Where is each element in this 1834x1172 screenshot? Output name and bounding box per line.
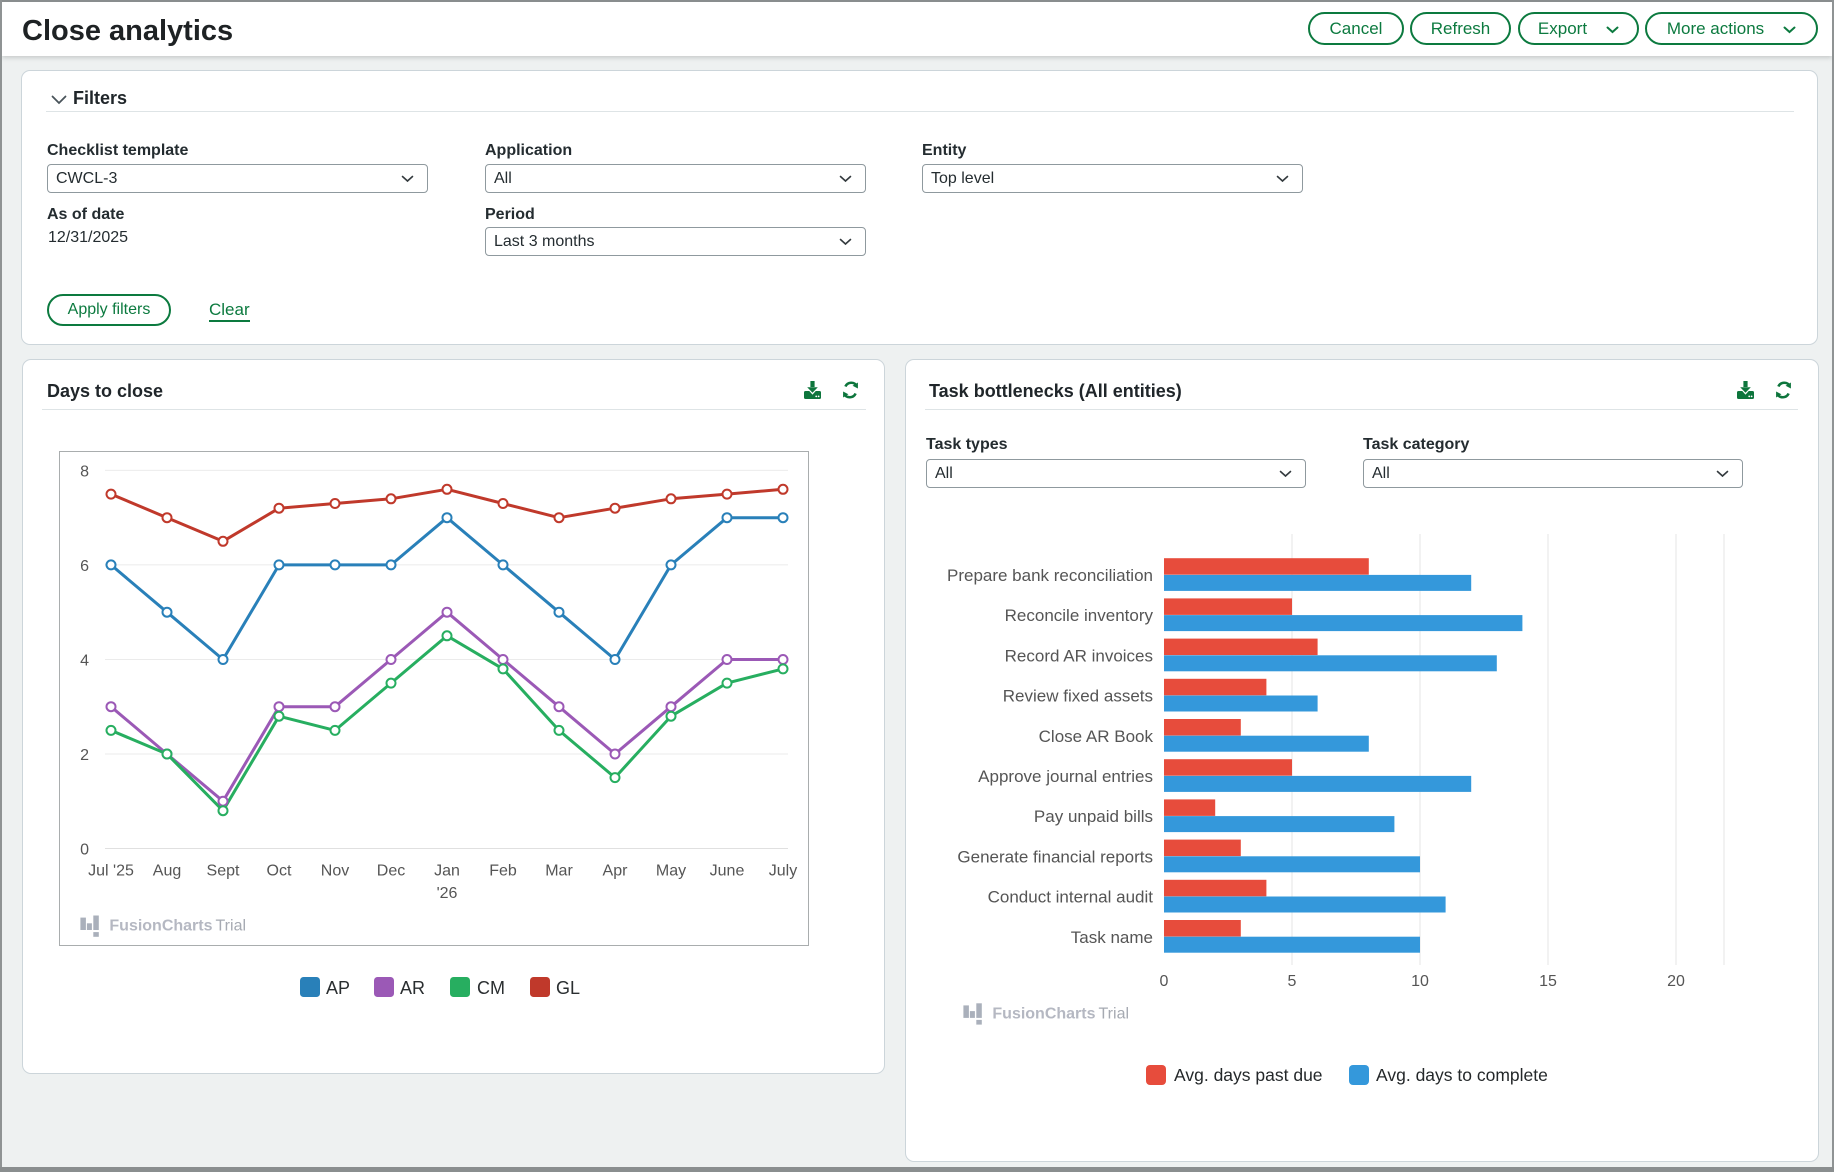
svg-text:Approve journal entries: Approve journal entries: [978, 767, 1153, 786]
svg-text:Reconcile inventory: Reconcile inventory: [1005, 606, 1154, 625]
svg-text:Generate financial reports: Generate financial reports: [957, 847, 1153, 866]
svg-text:4: 4: [80, 652, 89, 669]
svg-text:Jan: Jan: [434, 863, 460, 880]
svg-text:5: 5: [1288, 973, 1297, 990]
svg-text:Sept: Sept: [207, 863, 240, 880]
svg-text:Prepare bank reconciliation: Prepare bank reconciliation: [947, 566, 1153, 585]
svg-text:Oct: Oct: [267, 863, 292, 880]
svg-text:Mar: Mar: [545, 863, 573, 880]
svg-text:June: June: [710, 863, 745, 880]
svg-text:Aug: Aug: [153, 863, 181, 880]
svg-text:Trial: Trial: [216, 918, 247, 935]
svg-text:Close AR Book: Close AR Book: [1039, 727, 1154, 746]
svg-text:Trial: Trial: [1099, 1005, 1130, 1022]
svg-text:'26: '26: [437, 885, 458, 902]
svg-text:0: 0: [80, 841, 89, 858]
svg-text:Pay unpaid bills: Pay unpaid bills: [1034, 807, 1153, 826]
svg-text:FusionCharts: FusionCharts: [992, 1005, 1095, 1022]
svg-text:Jul '25: Jul '25: [88, 863, 134, 880]
svg-text:6: 6: [80, 558, 89, 575]
svg-text:Task name: Task name: [1071, 928, 1153, 947]
svg-text:Record AR invoices: Record AR invoices: [1005, 646, 1153, 665]
svg-text:Apr: Apr: [603, 863, 629, 880]
svg-text:0: 0: [1160, 973, 1169, 990]
svg-text:May: May: [656, 863, 686, 880]
svg-text:Conduct internal audit: Conduct internal audit: [988, 888, 1154, 907]
svg-text:FusionCharts: FusionCharts: [109, 918, 212, 935]
svg-text:Nov: Nov: [321, 863, 349, 880]
svg-text:8: 8: [80, 463, 89, 480]
svg-text:Dec: Dec: [377, 863, 405, 880]
svg-text:Feb: Feb: [489, 863, 517, 880]
svg-text:10: 10: [1411, 973, 1429, 990]
svg-text:20: 20: [1667, 973, 1685, 990]
svg-text:15: 15: [1539, 973, 1557, 990]
svg-text:2: 2: [80, 747, 89, 764]
svg-text:Review fixed assets: Review fixed assets: [1003, 687, 1153, 706]
svg-text:July: July: [769, 863, 797, 880]
